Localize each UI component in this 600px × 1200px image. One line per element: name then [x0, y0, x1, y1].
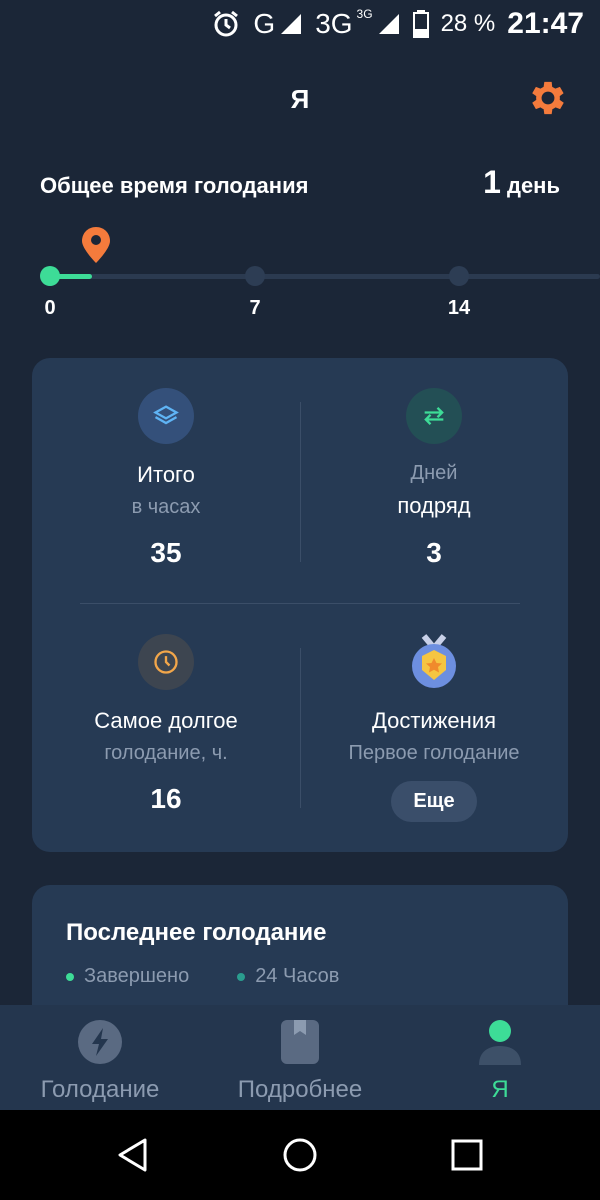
network-3g-sup: 3G [356, 7, 373, 21]
recents-icon[interactable] [449, 1137, 485, 1173]
stat-total-hours: Итого в часах 35 [32, 388, 300, 569]
page-header: Я [0, 70, 600, 130]
nav-item-fasting[interactable]: Голодание [0, 1019, 200, 1104]
stat-streak-sub: Дней [410, 462, 458, 484]
last-fast-status: Завершено [66, 965, 189, 988]
track-label-14: 14 [447, 297, 471, 319]
horizontal-divider [80, 603, 520, 604]
back-icon[interactable] [115, 1137, 151, 1173]
last-fast-title: Последнее голодание [66, 919, 327, 946]
duration-dot [237, 972, 246, 981]
nav-label-fasting: Голодание [40, 1076, 160, 1103]
signal-icon [281, 14, 302, 34]
total-fasting-value: 1 день [483, 164, 560, 201]
alarm-icon [214, 10, 239, 37]
clock-time: 21:47 [507, 7, 584, 40]
stat-streak-title: подряд [397, 493, 471, 518]
stat-streak: Дней подряд 3 [300, 388, 568, 569]
battery-percent: 28 % [440, 10, 496, 37]
battery-icon [412, 10, 429, 38]
layers-icon [138, 388, 194, 444]
track-label-7: 7 [249, 297, 261, 319]
stat-total-hours-value: 35 [150, 537, 182, 568]
stat-streak-value: 3 [426, 537, 442, 568]
medal-icon [412, 634, 456, 688]
stat-achievements: Достижения Первое голодание Еще [300, 634, 568, 822]
system-nav-bar [0, 1110, 600, 1200]
last-fast-duration-label: 24 Часов [255, 965, 340, 987]
nav-item-details[interactable]: Подробнее [200, 1019, 400, 1104]
stat-longest-value: 16 [150, 783, 182, 814]
total-fasting-unit: день [506, 173, 560, 198]
network-g-label: G [253, 8, 276, 39]
more-achievements-button[interactable]: Еще [391, 781, 477, 822]
stat-longest-title: Самое долгое [94, 708, 238, 733]
track-dot-14 [449, 266, 469, 286]
stat-longest: Самое долгое голодание, ч. 16 [32, 634, 300, 815]
last-fast-status-label: Завершено [84, 965, 190, 987]
status-bar: G 3G 3G 28 % 21:47 [0, 0, 600, 48]
nav-item-profile[interactable]: Я [400, 1019, 600, 1104]
progress-track: 0 7 14 [0, 225, 600, 325]
settings-gear-icon[interactable] [526, 76, 570, 120]
stats-card: Итого в часах 35 Дней подряд 3 Самое дол… [32, 358, 568, 852]
clock-icon [138, 634, 194, 690]
home-icon[interactable] [282, 1137, 318, 1173]
signal-icon-2 [378, 14, 399, 34]
status-dot [66, 972, 74, 981]
network-3g-label: 3G [315, 8, 353, 39]
track-dot-0 [40, 266, 60, 286]
track-line [50, 274, 600, 279]
stat-total-hours-sub: в часах [131, 496, 201, 518]
network-g: G [253, 8, 303, 40]
track-label-0: 0 [44, 297, 56, 319]
profile-icon [479, 1020, 521, 1065]
location-pin-icon [82, 227, 110, 263]
bolt-icon [78, 1020, 122, 1064]
total-fasting-row: Общее время голодания 1 день [40, 164, 560, 201]
page-title: Я [290, 84, 310, 114]
stat-total-hours-title: Итого [137, 462, 195, 487]
last-fast-meta: Завершено 24 Часов [66, 965, 339, 988]
nav-label-profile: Я [491, 1076, 509, 1103]
total-fasting-number: 1 [483, 164, 501, 200]
stat-achievements-sub: Первое голодание [348, 742, 520, 764]
last-fast-duration: 24 Часов [237, 965, 339, 988]
nav-label-details: Подробнее [237, 1076, 363, 1103]
total-fasting-label: Общее время голодания [40, 173, 309, 198]
bookmark-icon [281, 1020, 319, 1064]
stat-longest-sub: голодание, ч. [104, 742, 228, 764]
bottom-nav: Голодание Подробнее Я [0, 1005, 600, 1110]
network-3g: 3G 3G [315, 7, 400, 40]
track-dot-7 [245, 266, 265, 286]
stat-achievements-title: Достижения [371, 708, 497, 733]
repeat-icon [406, 388, 462, 444]
